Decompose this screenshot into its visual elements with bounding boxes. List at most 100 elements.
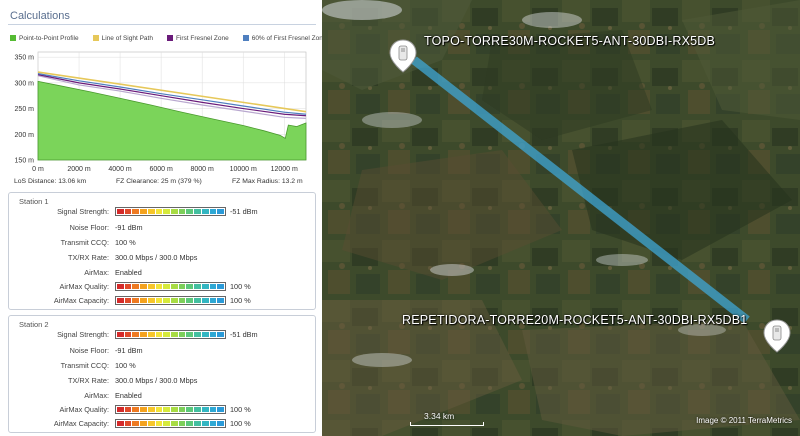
meter-segment	[155, 407, 163, 412]
noise-floor-value: -91 dBm	[115, 346, 143, 355]
meter-segment	[209, 407, 217, 412]
airmax-value: Enabled	[115, 391, 142, 400]
meter-segment	[155, 284, 163, 289]
map-attribution: Image © 2011 TerraMetrics	[696, 416, 792, 425]
meter-segment	[194, 421, 201, 426]
meter-segment	[201, 209, 209, 214]
legend-item-los: Line of Sight Path	[92, 34, 153, 42]
x-tick-label: 12000 m	[271, 166, 298, 173]
meter-segment	[178, 332, 186, 337]
signal-strength-row: Signal Strength: -51 dBm	[9, 330, 315, 342]
meter-segment	[163, 284, 171, 289]
site-b-label[interactable]: REPETIDORA-TORRE20M-ROCKET5-ANT-30DBI-RX…	[402, 313, 747, 327]
meter-segment	[140, 298, 147, 303]
site-a-label[interactable]: TOPO-TORRE30M-ROCKET5-ANT-30DBI-RX5DB	[424, 34, 715, 48]
meter-segment	[194, 298, 201, 303]
txrx-rate-row: TX/RX Rate: 300.0 Mbps / 300.0 Mbps	[9, 253, 315, 265]
signal-strength-meter	[115, 330, 226, 339]
meter-segment	[147, 284, 155, 289]
meter-segment	[171, 421, 178, 426]
meter-segment	[178, 421, 186, 426]
meter-segment	[147, 407, 155, 412]
meter-segment	[194, 209, 201, 214]
meter-segment	[132, 407, 140, 412]
meter-segment	[217, 284, 225, 289]
meter-segment	[201, 421, 209, 426]
meter-segment	[217, 209, 225, 214]
meter-segment	[117, 298, 124, 303]
legend-item-fresnel-60: 60% of First Fresnel Zone	[242, 35, 326, 42]
meter-segment	[163, 332, 171, 337]
txrx-rate-value: 300.0 Mbps / 300.0 Mbps	[115, 376, 198, 385]
legend-label: Line of Sight Path	[101, 34, 153, 42]
signal-strength-label: Signal Strength:	[57, 330, 109, 339]
meter-segment	[209, 284, 217, 289]
meter-segment	[201, 284, 209, 289]
calculations-title: Calculations	[10, 10, 70, 22]
txrx-rate-label: TX/RX Rate:	[68, 376, 109, 385]
meter-segment	[147, 209, 155, 214]
noise-floor-row: Noise Floor: -91 dBm	[9, 223, 315, 235]
meter-segment	[194, 407, 201, 412]
meter-segment	[209, 421, 217, 426]
meter-segment	[178, 284, 186, 289]
meter-segment	[178, 298, 186, 303]
fresnel-swatch-icon	[166, 35, 173, 41]
meter-segment	[163, 421, 171, 426]
x-tick-label: 4000 m	[108, 166, 132, 173]
meter-segment	[209, 298, 217, 303]
meter-segment	[147, 298, 155, 303]
profile-chart: 350 m 300 m 250 m 200 m 150 m0 m 2000 m 4000 m…	[15, 51, 307, 173]
noise-floor-label: Noise Floor:	[69, 223, 109, 232]
airmax-quality-meter	[115, 282, 226, 291]
meter-segment	[163, 209, 171, 214]
airmax-label: AirMax:	[84, 268, 109, 277]
y-tick-label: 200 m	[15, 132, 35, 139]
meter-segment	[132, 421, 140, 426]
meter-segment	[217, 407, 225, 412]
meter-segment	[140, 421, 147, 426]
meter-segment	[163, 407, 171, 412]
airmax-quality-row: AirMax Quality: 100 %	[9, 405, 315, 417]
transmit-ccq-row: Transmit CCQ: 100 %	[9, 361, 315, 373]
txrx-rate-label: TX/RX Rate:	[68, 253, 109, 262]
meter-segment	[186, 332, 194, 337]
legend-item-fresnel: First Fresnel Zone	[166, 34, 229, 42]
chart-legend: Point-to-Point Profile Line of Sight Pat…	[10, 32, 326, 44]
meter-segment	[117, 332, 124, 337]
meter-segment	[140, 209, 147, 214]
txrx-rate-row: TX/RX Rate: 300.0 Mbps / 300.0 Mbps	[9, 376, 315, 388]
x-tick-label: 2000 m	[67, 166, 91, 173]
meter-segment	[117, 209, 124, 214]
meter-segment	[117, 407, 124, 412]
signal-strength-value: -51 dBm	[230, 207, 258, 216]
airmax-capacity-value: 100 %	[230, 296, 251, 305]
site-b-pin-icon[interactable]	[762, 318, 792, 354]
scale-label: 3.34 km	[424, 411, 455, 421]
signal-strength-row: Signal Strength: -51 dBm	[9, 207, 315, 219]
legend-label: Point-to-Point Profile	[19, 34, 79, 42]
meter-segment	[132, 209, 140, 214]
airmax-capacity-row: AirMax Capacity: 100 %	[9, 296, 315, 308]
meter-segment	[124, 421, 132, 426]
airmax-capacity-value: 100 %	[230, 419, 251, 428]
signal-strength-label: Signal Strength:	[57, 207, 109, 216]
meter-segment	[186, 298, 194, 303]
satellite-map[interactable]: TOPO-TORRE30M-ROCKET5-ANT-30DBI-RX5DB RE…	[322, 0, 800, 436]
meter-segment	[201, 332, 209, 337]
site-a-pin-icon[interactable]	[388, 38, 418, 74]
station-title: Station 1	[19, 197, 49, 206]
meter-segment	[209, 209, 217, 214]
airmax-row: AirMax: Enabled	[9, 268, 315, 280]
meter-segment	[155, 298, 163, 303]
airmax-quality-meter	[115, 405, 226, 414]
meter-segment	[201, 298, 209, 303]
legend-label: First Fresnel Zone	[175, 34, 229, 42]
meter-segment	[117, 284, 124, 289]
meter-segment	[209, 332, 217, 337]
station-title: Station 2	[19, 320, 49, 329]
meter-segment	[132, 284, 140, 289]
y-tick-label: 300 m	[15, 80, 35, 87]
meter-segment	[171, 298, 178, 303]
airmax-quality-label: AirMax Quality:	[59, 282, 109, 291]
